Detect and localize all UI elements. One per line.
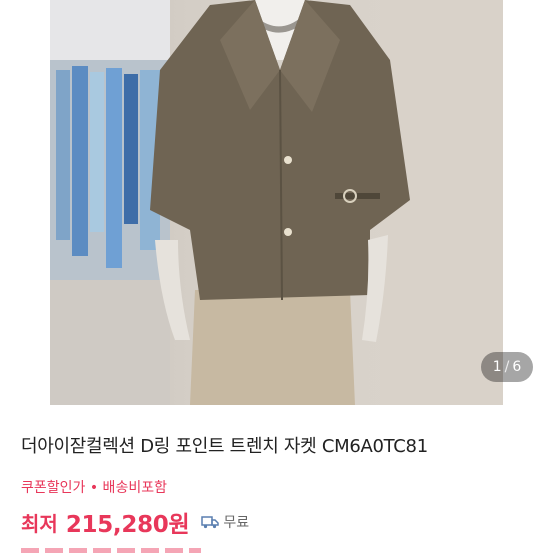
cut-off-content	[21, 548, 201, 553]
shipping-label: 무료	[223, 515, 250, 531]
product-illustration	[50, 0, 503, 405]
price-value: 215,280원	[65, 512, 190, 538]
product-image-carousel[interactable]: 1 / 6	[0, 0, 553, 405]
delivery-truck-icon	[201, 516, 220, 529]
image-counter-current: 1	[492, 359, 502, 375]
promo-text: 쿠폰할인가 • 배송비포함	[21, 480, 167, 496]
shipping-info: 무료	[201, 512, 249, 532]
image-counter-separator: /	[504, 359, 510, 375]
product-title: 더아이잗컬렉션 D링 포인트 트렌치 자켓 CM6A0TC81	[21, 436, 428, 457]
price-label: 최저	[21, 511, 58, 536]
image-counter: 1 / 6	[481, 352, 533, 382]
price-row: 최저 215,280원 무료	[21, 505, 249, 539]
product-photo	[50, 0, 503, 405]
image-counter-total: 6	[512, 359, 522, 375]
product-info: 더아이잗컬렉션 D링 포인트 트렌치 자켓 CM6A0TC81 쿠폰할인가 • …	[0, 405, 553, 553]
